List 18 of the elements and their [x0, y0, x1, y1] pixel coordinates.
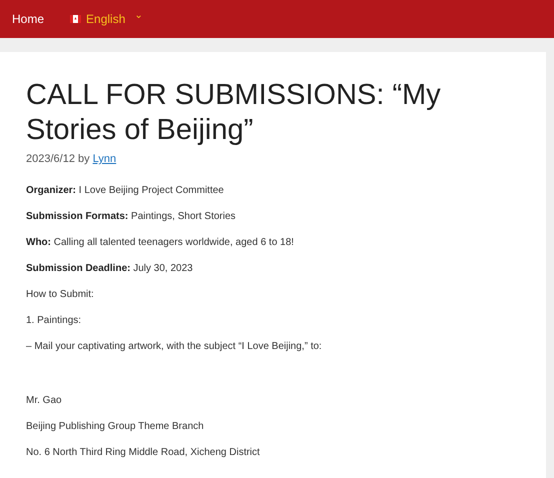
article-title: CALL FOR SUBMISSIONS: “My Stories of Beijing”: [26, 78, 442, 148]
language-menu[interactable]: English: [86, 12, 126, 26]
byline-text: by: [78, 153, 90, 165]
paragraph-text: Who: Calling all talented teenagers worldwide, aged 6 to 18!: [26, 237, 295, 250]
caret-icon[interactable]: ⌄: [134, 11, 142, 21]
address-line: Beijing Publishing Group Theme Branch: [26, 421, 205, 434]
paragraph-text: Submission Formats: Paintings, Short Stories: [26, 211, 237, 224]
paragraph-text: How to Submit:: [26, 289, 95, 302]
paragraph-text: 1. Paintings:: [26, 315, 82, 328]
home-link[interactable]: Home: [12, 12, 44, 26]
post-date: 2023/6/12: [26, 153, 75, 165]
paragraph-text: – Mail your captivating artwork, with the subject “I Love Beijing,” to:: [26, 341, 323, 354]
address-line: No. 6 North Third Ring Middle Road, Xicheng District: [26, 447, 261, 460]
paragraph-text: Organizer: I Love Beijing Project Committee: [26, 185, 225, 198]
paragraph-text: Submission Deadline: July 30, 2023: [26, 263, 194, 276]
flag-icon: [70, 15, 82, 23]
address-line: Mr. Gao: [26, 395, 63, 408]
author-link[interactable]: Lynn: [92, 153, 116, 165]
